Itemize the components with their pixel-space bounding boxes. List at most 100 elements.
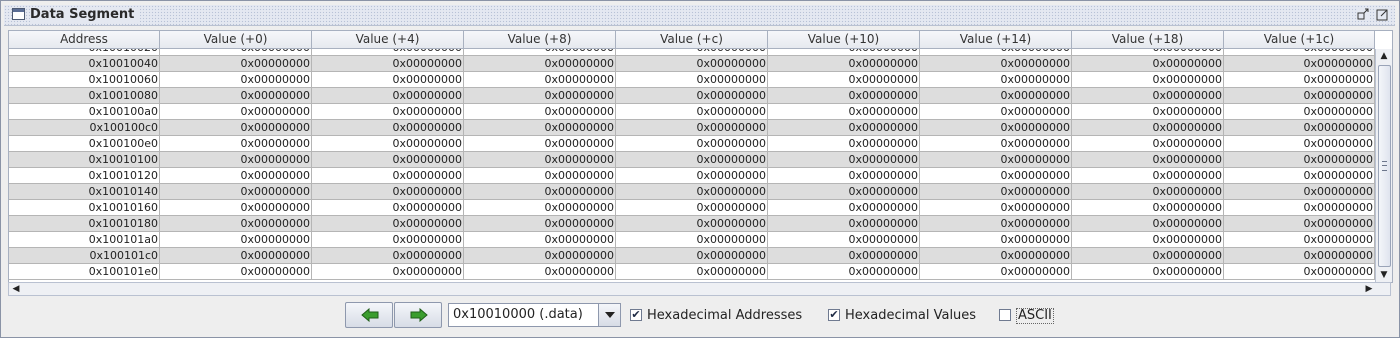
value-cell[interactable]: 0x00000000: [1224, 248, 1375, 264]
value-cell[interactable]: 0x00000000: [920, 264, 1072, 280]
table-row[interactable]: 0x100100200x000000000x000000000x00000000…: [9, 49, 1375, 56]
value-cell[interactable]: 0x00000000: [768, 264, 920, 280]
value-cell[interactable]: 0x00000000: [616, 56, 768, 72]
value-cell[interactable]: 0x00000000: [1224, 168, 1375, 184]
minimize-icon[interactable]: [1357, 8, 1370, 21]
value-cell[interactable]: 0x00000000: [1224, 136, 1375, 152]
value-cell[interactable]: 0x00000000: [1224, 49, 1375, 56]
value-cell[interactable]: 0x00000000: [160, 120, 312, 136]
value-cell[interactable]: 0x00000000: [920, 104, 1072, 120]
value-cell[interactable]: 0x00000000: [160, 49, 312, 56]
value-cell[interactable]: 0x00000000: [920, 49, 1072, 56]
value-cell[interactable]: 0x00000000: [768, 216, 920, 232]
column-header[interactable]: Value (+4): [312, 31, 464, 48]
value-cell[interactable]: 0x00000000: [1224, 72, 1375, 88]
value-cell[interactable]: 0x00000000: [160, 152, 312, 168]
value-cell[interactable]: 0x00000000: [312, 216, 464, 232]
value-cell[interactable]: 0x00000000: [616, 49, 768, 56]
table-row[interactable]: 0x10010100 0x00000000 0x00000000 0x00000000…: [9, 152, 1375, 168]
value-cell[interactable]: 0x00000000: [1224, 232, 1375, 248]
value-cell[interactable]: 0x00000000: [768, 120, 920, 136]
value-cell[interactable]: 0x00000000: [768, 56, 920, 72]
value-cell[interactable]: 0x00000000: [312, 49, 464, 56]
value-cell[interactable]: 0x00000000: [312, 168, 464, 184]
value-cell[interactable]: 0x00000000: [768, 88, 920, 104]
checkbox-empty-icon[interactable]: [999, 309, 1011, 321]
value-cell[interactable]: 0x00000000: [464, 152, 616, 168]
value-cell[interactable]: 0x00000000: [768, 104, 920, 120]
vertical-scrollbar[interactable]: ▲ ▼: [1375, 49, 1392, 282]
value-cell[interactable]: 0x00000000: [312, 264, 464, 280]
value-cell[interactable]: 0x00000000: [1072, 120, 1224, 136]
value-cell[interactable]: 0x00000000: [312, 200, 464, 216]
table-row[interactable]: 0x10010040 0x00000000 0x00000000 0x00000000…: [9, 56, 1375, 72]
table-row[interactable]: 0x10010080 0x00000000 0x00000000 0x00000000…: [9, 88, 1375, 104]
value-cell[interactable]: 0x00000000: [616, 136, 768, 152]
table-row[interactable]: 0x100100a0 0x00000000 0x00000000 0x00000000…: [9, 104, 1375, 120]
value-cell[interactable]: 0x00000000: [312, 120, 464, 136]
scroll-left-icon[interactable]: ◀: [9, 283, 23, 295]
value-cell[interactable]: 0x00000000: [768, 136, 920, 152]
value-cell[interactable]: 0x00000000: [160, 248, 312, 264]
value-cell[interactable]: 0x00000000: [1072, 264, 1224, 280]
table-row[interactable]: 0x100101c0 0x00000000 0x00000000 0x00000000…: [9, 248, 1375, 264]
value-cell[interactable]: 0x00000000: [616, 104, 768, 120]
value-cell[interactable]: 0x00000000: [920, 200, 1072, 216]
value-cell[interactable]: 0x00000000: [1224, 200, 1375, 216]
value-cell[interactable]: 0x00000000: [160, 184, 312, 200]
table-row[interactable]: 0x10010160 0x00000000 0x00000000 0x00000000…: [9, 200, 1375, 216]
value-cell[interactable]: 0x00000000: [1224, 184, 1375, 200]
segment-select[interactable]: 0x10010000 (.data): [448, 303, 621, 327]
value-cell[interactable]: 0x00000000: [1224, 216, 1375, 232]
column-header[interactable]: Value (+c): [616, 31, 768, 48]
value-cell[interactable]: 0x00000000: [464, 120, 616, 136]
table-row[interactable]: 0x10010120 0x00000000 0x00000000 0x00000000…: [9, 168, 1375, 184]
value-cell[interactable]: 0x00000000: [464, 248, 616, 264]
value-cell[interactable]: 0x00000000: [920, 216, 1072, 232]
scroll-up-icon[interactable]: ▲: [1376, 49, 1392, 63]
value-cell[interactable]: 0x00000000: [312, 248, 464, 264]
value-cell[interactable]: 0x00000000: [616, 168, 768, 184]
value-cell[interactable]: 0x00000000: [1224, 152, 1375, 168]
value-cell[interactable]: 0x00000000: [616, 120, 768, 136]
value-cell[interactable]: 0x00000000: [160, 232, 312, 248]
table-row[interactable]: 0x10010180 0x00000000 0x00000000 0x00000000…: [9, 216, 1375, 232]
check-icon[interactable]: ✔: [828, 309, 840, 321]
value-cell[interactable]: 0x00000000: [312, 56, 464, 72]
value-cell[interactable]: 0x00000000: [920, 152, 1072, 168]
value-cell[interactable]: 0x00000000: [768, 232, 920, 248]
value-cell[interactable]: 0x00000000: [1224, 56, 1375, 72]
value-cell[interactable]: 0x00000000: [768, 248, 920, 264]
value-cell[interactable]: 0x00000000: [616, 72, 768, 88]
value-cell[interactable]: 0x00000000: [1224, 264, 1375, 280]
value-cell[interactable]: 0x00000000: [160, 216, 312, 232]
chevron-down-icon[interactable]: [598, 304, 620, 326]
value-cell[interactable]: 0x00000000: [920, 232, 1072, 248]
value-cell[interactable]: 0x00000000: [464, 72, 616, 88]
value-cell[interactable]: 0x00000000: [616, 248, 768, 264]
table-row[interactable]: 0x10010140 0x00000000 0x00000000 0x00000000…: [9, 184, 1375, 200]
value-cell[interactable]: 0x00000000: [616, 152, 768, 168]
table-row[interactable]: 0x100100e0 0x00000000 0x00000000 0x00000000…: [9, 136, 1375, 152]
value-cell[interactable]: 0x00000000: [920, 184, 1072, 200]
value-cell[interactable]: 0x00000000: [160, 168, 312, 184]
value-cell[interactable]: 0x00000000: [160, 88, 312, 104]
value-cell[interactable]: 0x00000000: [1072, 232, 1224, 248]
value-cell[interactable]: 0x00000000: [312, 232, 464, 248]
value-cell[interactable]: 0x00000000: [464, 216, 616, 232]
value-cell[interactable]: 0x00000000: [464, 88, 616, 104]
value-cell[interactable]: 0x00000000: [1072, 152, 1224, 168]
scroll-right-icon[interactable]: ▶: [1362, 283, 1376, 295]
value-cell[interactable]: 0x00000000: [920, 88, 1072, 104]
value-cell[interactable]: 0x00000000: [160, 264, 312, 280]
maximize-icon[interactable]: [1376, 8, 1389, 21]
value-cell[interactable]: 0x00000000: [616, 200, 768, 216]
value-cell[interactable]: 0x00000000: [160, 136, 312, 152]
value-cell[interactable]: 0x00000000: [464, 56, 616, 72]
value-cell[interactable]: 0x00000000: [768, 184, 920, 200]
value-cell[interactable]: 0x00000000: [768, 72, 920, 88]
value-cell[interactable]: 0x00000000: [1072, 49, 1224, 56]
value-cell[interactable]: 0x00000000: [464, 168, 616, 184]
value-cell[interactable]: 0x00000000: [1072, 200, 1224, 216]
value-cell[interactable]: 0x00000000: [920, 248, 1072, 264]
